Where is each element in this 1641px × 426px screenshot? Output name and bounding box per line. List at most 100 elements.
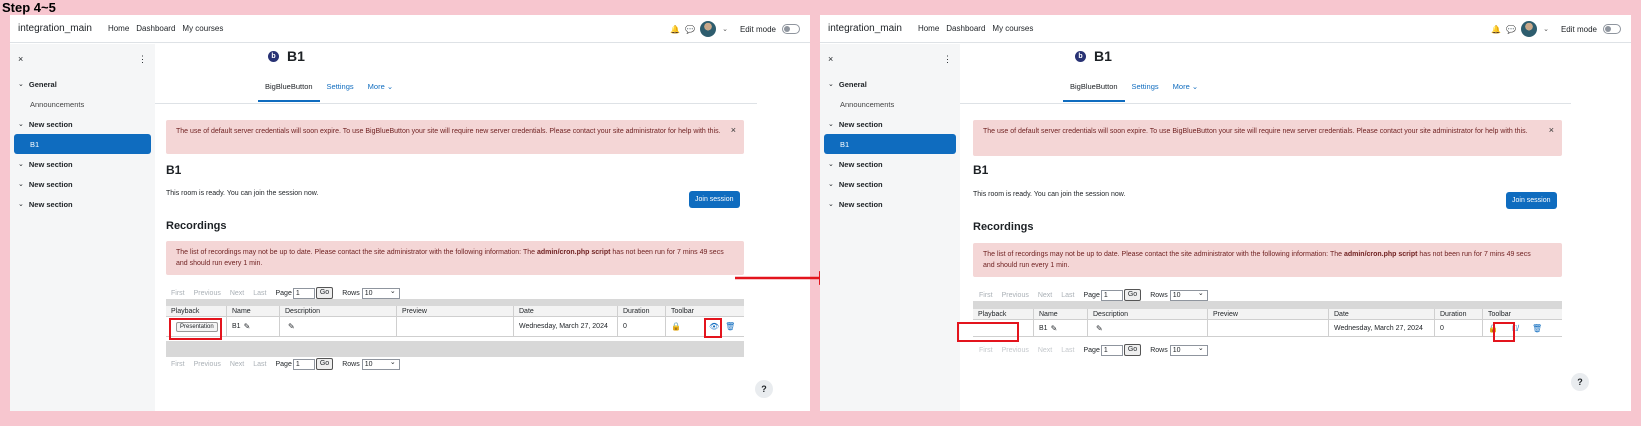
pager-next[interactable]: Next <box>1038 292 1052 299</box>
chevron-down-icon[interactable]: ⌄ <box>18 160 24 168</box>
table-row: B1 ✎ ✎ Wednesday, March 27, 2024 0 🔒 👁̸ 🗑 <box>973 320 1562 337</box>
drawer-section-new[interactable]: ⌄ New section <box>10 154 155 174</box>
trash-icon[interactable]: 🗑 <box>725 322 735 331</box>
chevron-down-icon[interactable]: ⌄ <box>828 120 834 128</box>
drawer-section-general[interactable]: ⌄ General <box>10 74 155 94</box>
pencil-icon[interactable]: ✎ <box>1096 324 1103 333</box>
edit-mode-toggle[interactable] <box>1603 24 1621 34</box>
drawer-item-label: New section <box>28 179 73 189</box>
pager-first[interactable]: First <box>171 361 185 368</box>
header-preview: Preview <box>397 306 514 317</box>
drawer-section-new[interactable]: ⌄ New section <box>820 194 960 214</box>
pager-next[interactable]: Next <box>230 290 244 297</box>
chevron-down-icon[interactable]: ⌄ <box>18 120 24 128</box>
avatar[interactable] <box>1521 21 1538 37</box>
cell-name: B1 ✎ <box>227 317 280 337</box>
pager-next[interactable]: Next <box>1038 347 1052 354</box>
avatar[interactable] <box>700 21 717 37</box>
join-session-button[interactable]: Join session <box>1506 192 1557 209</box>
pencil-icon[interactable]: ✎ <box>244 322 251 331</box>
tab-more[interactable]: More ⌄ <box>361 82 400 102</box>
chevron-down-icon[interactable]: ⌄ <box>828 200 834 208</box>
pencil-icon[interactable]: ✎ <box>1051 324 1058 333</box>
pager-previous[interactable]: Previous <box>1002 292 1029 299</box>
page-input[interactable]: 1 <box>1100 344 1123 356</box>
site-brand[interactable]: integration_main <box>828 23 902 34</box>
drawer-section-new[interactable]: ⌄ New section <box>10 194 155 214</box>
page-input[interactable]: 1 <box>1100 289 1123 301</box>
drawer-section-new[interactable]: ⌄ New section <box>10 114 155 134</box>
drawer-section-new[interactable]: ⌄ New section <box>820 154 960 174</box>
header-date: Date <box>514 306 618 317</box>
drawer-item-b1[interactable]: B1 <box>14 134 151 154</box>
pager-previous[interactable]: Previous <box>1002 347 1029 354</box>
nav-dashboard[interactable]: Dashboard <box>136 24 175 33</box>
close-icon[interactable]: × <box>731 125 736 136</box>
chevron-down-icon[interactable]: ⌄ <box>722 25 728 33</box>
drawer-section-general[interactable]: ⌄ General <box>820 74 960 94</box>
go-button[interactable]: Go <box>1123 289 1142 301</box>
kebab-menu-icon[interactable]: ⋮ <box>138 54 147 65</box>
rows-select[interactable]: 10 <box>1169 344 1208 356</box>
nav-my-courses[interactable]: My courses <box>992 24 1033 33</box>
join-session-button[interactable]: Join session <box>689 191 740 208</box>
tab-more[interactable]: More ⌄ <box>1166 82 1205 102</box>
nav-my-courses[interactable]: My courses <box>182 24 223 33</box>
chevron-down-icon[interactable]: ⌄ <box>1543 25 1549 33</box>
close-icon[interactable]: × <box>18 54 23 64</box>
chat-icon[interactable]: 💬 <box>685 25 695 34</box>
close-icon[interactable]: × <box>1549 125 1554 136</box>
nav-home[interactable]: Home <box>108 24 129 33</box>
pager-next[interactable]: Next <box>230 361 244 368</box>
chevron-down-icon[interactable]: ⌄ <box>828 80 834 88</box>
rows-select[interactable]: 10 <box>361 287 400 299</box>
pager-last[interactable]: Last <box>1061 292 1074 299</box>
close-icon[interactable]: × <box>828 54 833 64</box>
drawer-section-new[interactable]: ⌄ New section <box>10 174 155 194</box>
page-input[interactable]: 1 <box>292 358 315 370</box>
trash-icon[interactable]: 🗑 <box>1532 324 1542 333</box>
chevron-down-icon[interactable]: ⌄ <box>18 180 24 188</box>
pager-previous[interactable]: Previous <box>194 361 221 368</box>
chat-icon[interactable]: 💬 <box>1506 25 1516 34</box>
tab-bigbluebutton[interactable]: BigBlueButton <box>258 82 320 102</box>
nav-home[interactable]: Home <box>918 24 939 33</box>
bell-icon[interactable]: 🔔 <box>1491 25 1501 34</box>
nav-dashboard[interactable]: Dashboard <box>946 24 985 33</box>
go-button[interactable]: Go <box>315 358 334 370</box>
chevron-down-icon[interactable]: ⌄ <box>828 160 834 168</box>
page-input[interactable]: 1 <box>292 287 315 299</box>
help-button[interactable]: ? <box>1571 373 1589 391</box>
kebab-menu-icon[interactable]: ⋮ <box>943 54 952 65</box>
tab-settings[interactable]: Settings <box>320 82 361 102</box>
go-button[interactable]: Go <box>1123 344 1142 356</box>
pager-first[interactable]: First <box>979 347 993 354</box>
pencil-icon[interactable]: ✎ <box>288 322 295 331</box>
rows-select[interactable]: 10 <box>361 358 400 370</box>
chevron-down-icon[interactable]: ⌄ <box>18 200 24 208</box>
chevron-down-icon[interactable]: ⌄ <box>828 180 834 188</box>
highlight-eye <box>704 318 722 338</box>
pager-previous[interactable]: Previous <box>194 290 221 297</box>
drawer-section-new[interactable]: ⌄ New section <box>820 114 960 134</box>
tab-bigbluebutton[interactable]: BigBlueButton <box>1063 82 1125 102</box>
pager-last[interactable]: Last <box>253 290 266 297</box>
tab-settings[interactable]: Settings <box>1125 82 1166 102</box>
drawer-item-b1[interactable]: B1 <box>824 134 956 154</box>
pager-first[interactable]: First <box>171 290 185 297</box>
drawer-item-announcements[interactable]: Announcements <box>820 94 960 114</box>
pager-first[interactable]: First <box>979 292 993 299</box>
site-brand[interactable]: integration_main <box>18 23 92 34</box>
chevron-down-icon[interactable]: ⌄ <box>18 80 24 88</box>
go-button[interactable]: Go <box>315 287 334 299</box>
pager-last[interactable]: Last <box>1061 347 1074 354</box>
edit-mode-toggle[interactable] <box>782 24 800 34</box>
drawer-item-announcements[interactable]: Announcements <box>10 94 155 114</box>
lock-icon[interactable]: 🔒 <box>671 322 681 331</box>
drawer-item-label: New section <box>28 119 73 129</box>
pager-last[interactable]: Last <box>253 361 266 368</box>
drawer-section-new[interactable]: ⌄ New section <box>820 174 960 194</box>
help-button[interactable]: ? <box>755 380 773 398</box>
bell-icon[interactable]: 🔔 <box>670 25 680 34</box>
rows-select[interactable]: 10 <box>1169 289 1208 301</box>
